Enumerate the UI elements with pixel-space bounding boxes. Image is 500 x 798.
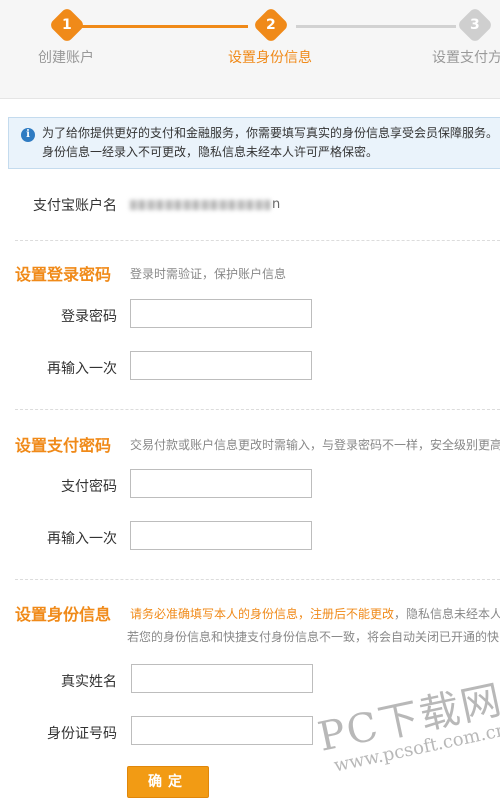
id-number-label: 身份证号码 (47, 726, 117, 742)
pay-password-title: 设置支付密码 (15, 436, 112, 455)
step-2-label: 设置身份信息 (228, 50, 312, 66)
info-notice: i 为了给你提供更好的支付和金融服务，你需要填写真实的身份信息享受会员保障服务。… (8, 117, 500, 169)
confirm-button[interactable]: 确定 (127, 766, 209, 798)
step-2-badge: 2 (252, 6, 290, 44)
identity-desc-line-2: 若您的身份信息和快捷支付身份信息不一致，将会自动关闭已开通的快 (127, 630, 500, 644)
login-password-confirm-input[interactable] (130, 351, 312, 380)
divider (15, 579, 500, 580)
step-3-badge: 3 (456, 6, 494, 44)
step-3-label: 设置支付方 (432, 50, 500, 66)
identity-desc: 请务必准确填写本人的身份信息，注册后不能更改，隐私信息未经本人 (130, 607, 500, 621)
step-1-label: 创建账户 (38, 50, 94, 66)
identity-title: 设置身份信息 (15, 605, 112, 624)
real-name-label: 真实姓名 (61, 674, 117, 690)
real-name-input[interactable] (131, 664, 313, 693)
divider (15, 409, 500, 410)
divider (15, 240, 500, 241)
pay-password-confirm-label: 再输入一次 (47, 531, 117, 547)
blurred-account-text (130, 199, 270, 210)
notice-text: 为了给你提供更好的支付和金融服务，你需要填写真实的身份信息享受会员保障服务。 身… (42, 124, 498, 162)
notice-line-2: 身份信息一经录入不可更改，隐私信息未经本人许可严格保密。 (42, 145, 379, 159)
account-name-label: 支付宝账户名 (33, 198, 117, 214)
login-password-desc: 登录时需验证，保护账户信息 (130, 267, 287, 281)
notice-line-1: 为了给你提供更好的支付和金融服务，你需要填写真实的身份信息享受会员保障服务。 (42, 126, 499, 140)
pay-password-desc: 交易付款或账户信息更改时需输入，与登录密码不一样，安全级别更高 (130, 438, 500, 452)
account-name-value: n (130, 197, 280, 212)
id-number-input[interactable] (131, 716, 313, 745)
pay-password-label: 支付密码 (61, 479, 117, 495)
login-password-title: 设置登录密码 (15, 265, 112, 284)
info-icon: i (21, 128, 35, 142)
pay-password-confirm-input[interactable] (130, 521, 312, 550)
step-connector-done (80, 25, 248, 28)
progress-stepper: 1 2 3 创建账户 设置身份信息 设置支付方 (0, 0, 500, 99)
step-1-badge: 1 (48, 6, 86, 44)
step-connector-pending (296, 25, 456, 28)
login-password-label: 登录密码 (61, 309, 117, 325)
pay-password-input[interactable] (130, 469, 312, 498)
login-password-confirm-label: 再输入一次 (47, 361, 117, 377)
login-password-input[interactable] (130, 299, 312, 328)
